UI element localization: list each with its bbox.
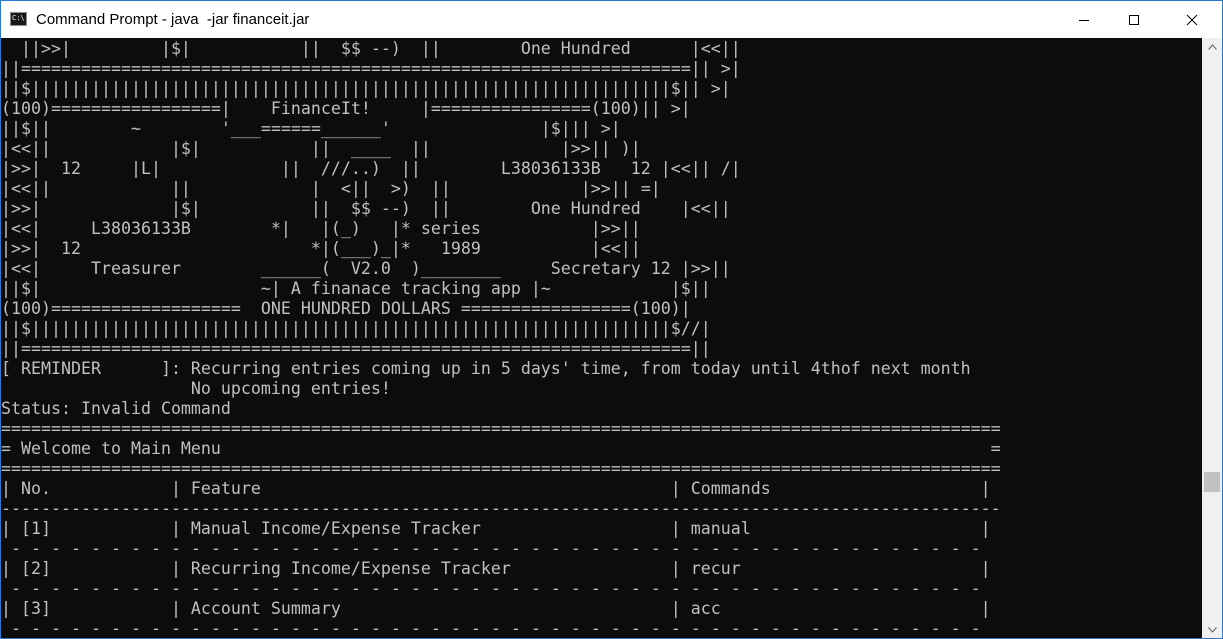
console-line: [ REMINDER ]: Recurring entries coming u… [1, 358, 971, 378]
console-line: | [3] | Account Summary | acc | [1, 598, 991, 618]
scroll-up-button[interactable] [1202, 38, 1222, 55]
window-title: Command Prompt - java -jar financeit.jar [36, 11, 310, 28]
console-line: ||$|| ~ '___======______' |$||| >| [1, 118, 621, 138]
scroll-down-button[interactable] [1202, 621, 1222, 638]
console-line: ========================================… [1, 458, 1001, 478]
console-text: ||>>| |$| || $$ --) || One Hundred |<<||… [1, 38, 1196, 638]
command-prompt-window: C:\ Command Prompt - java -jar financeit… [0, 0, 1223, 639]
console-line: ----------------------------------------… [1, 498, 1001, 518]
console-line: |<<|| |$| || ____ || |>>|| )| [1, 138, 641, 158]
maximize-icon [1129, 14, 1139, 25]
console-line: |<<| Treasurer ______( V2.0 )________ Se… [1, 258, 731, 278]
console-line: |>>| |$| || $$ --) || One Hundred |<<|| [1, 198, 731, 218]
console-output[interactable]: ||>>| |$| || $$ --) || One Hundred |<<||… [1, 38, 1202, 638]
console-line: - - - - - - - - - - - - - - - - - - - - … [1, 538, 991, 558]
console-line: ||$|||||||||||||||||||||||||||||||||||||… [1, 318, 711, 338]
console-line: (100)=================== ONE HUNDRED DOL… [1, 298, 691, 318]
console-line: ||>>| |$| || $$ --) || One Hundred |<<|| [1, 38, 741, 58]
console-line: ||$| ~| A finanace tracking app |~ |$|| [1, 278, 711, 298]
vertical-scrollbar[interactable] [1202, 38, 1222, 638]
cmd-app-icon[interactable]: C:\ [10, 12, 27, 26]
maximize-button[interactable] [1111, 1, 1157, 38]
console-line: |>>| 12 |L| || ///..) || L38036133B 12 |… [1, 158, 741, 178]
console-line: ||$|||||||||||||||||||||||||||||||||||||… [1, 78, 731, 98]
console-line: |<<| L38036133B *| |(_) |* series |>>|| [1, 218, 641, 238]
console-line: ||======================================… [1, 338, 711, 358]
chevron-up-icon [1207, 43, 1217, 50]
console-line: - - - - - - - - - - - - - - - - - - - - … [1, 618, 991, 638]
minimize-button[interactable] [1061, 1, 1107, 38]
console-line: |>>| 12 *|(___)_|* 1989 |<<|| [1, 238, 641, 258]
console-line: = Welcome to Main Menu = [1, 438, 1001, 458]
close-icon [1186, 14, 1198, 25]
title-bar[interactable]: C:\ Command Prompt - java -jar financeit… [1, 1, 1222, 38]
console-line: | [1] | Manual Income/Expense Tracker | … [1, 518, 991, 538]
console-line: No upcoming entries! [1, 378, 391, 398]
scrollbar-thumb[interactable] [1204, 472, 1220, 492]
console-line: ||======================================… [1, 58, 741, 78]
console-line: |<<|| || | <|| >) || |>>|| =| [1, 178, 661, 198]
console-line: (100)=================| FinanceIt! |====… [1, 98, 691, 118]
console-line: - - - - - - - - - - - - - - - - - - - - … [1, 578, 991, 598]
minimize-icon [1079, 19, 1089, 21]
console-line: Status: Invalid Command [1, 398, 231, 418]
chevron-down-icon [1207, 626, 1217, 633]
console-line: | No. | Feature | Commands | [1, 478, 991, 498]
console-line: ========================================… [1, 418, 1001, 438]
console-line: | [2] | Recurring Income/Expense Tracker… [1, 558, 991, 578]
close-button[interactable] [1169, 1, 1215, 38]
